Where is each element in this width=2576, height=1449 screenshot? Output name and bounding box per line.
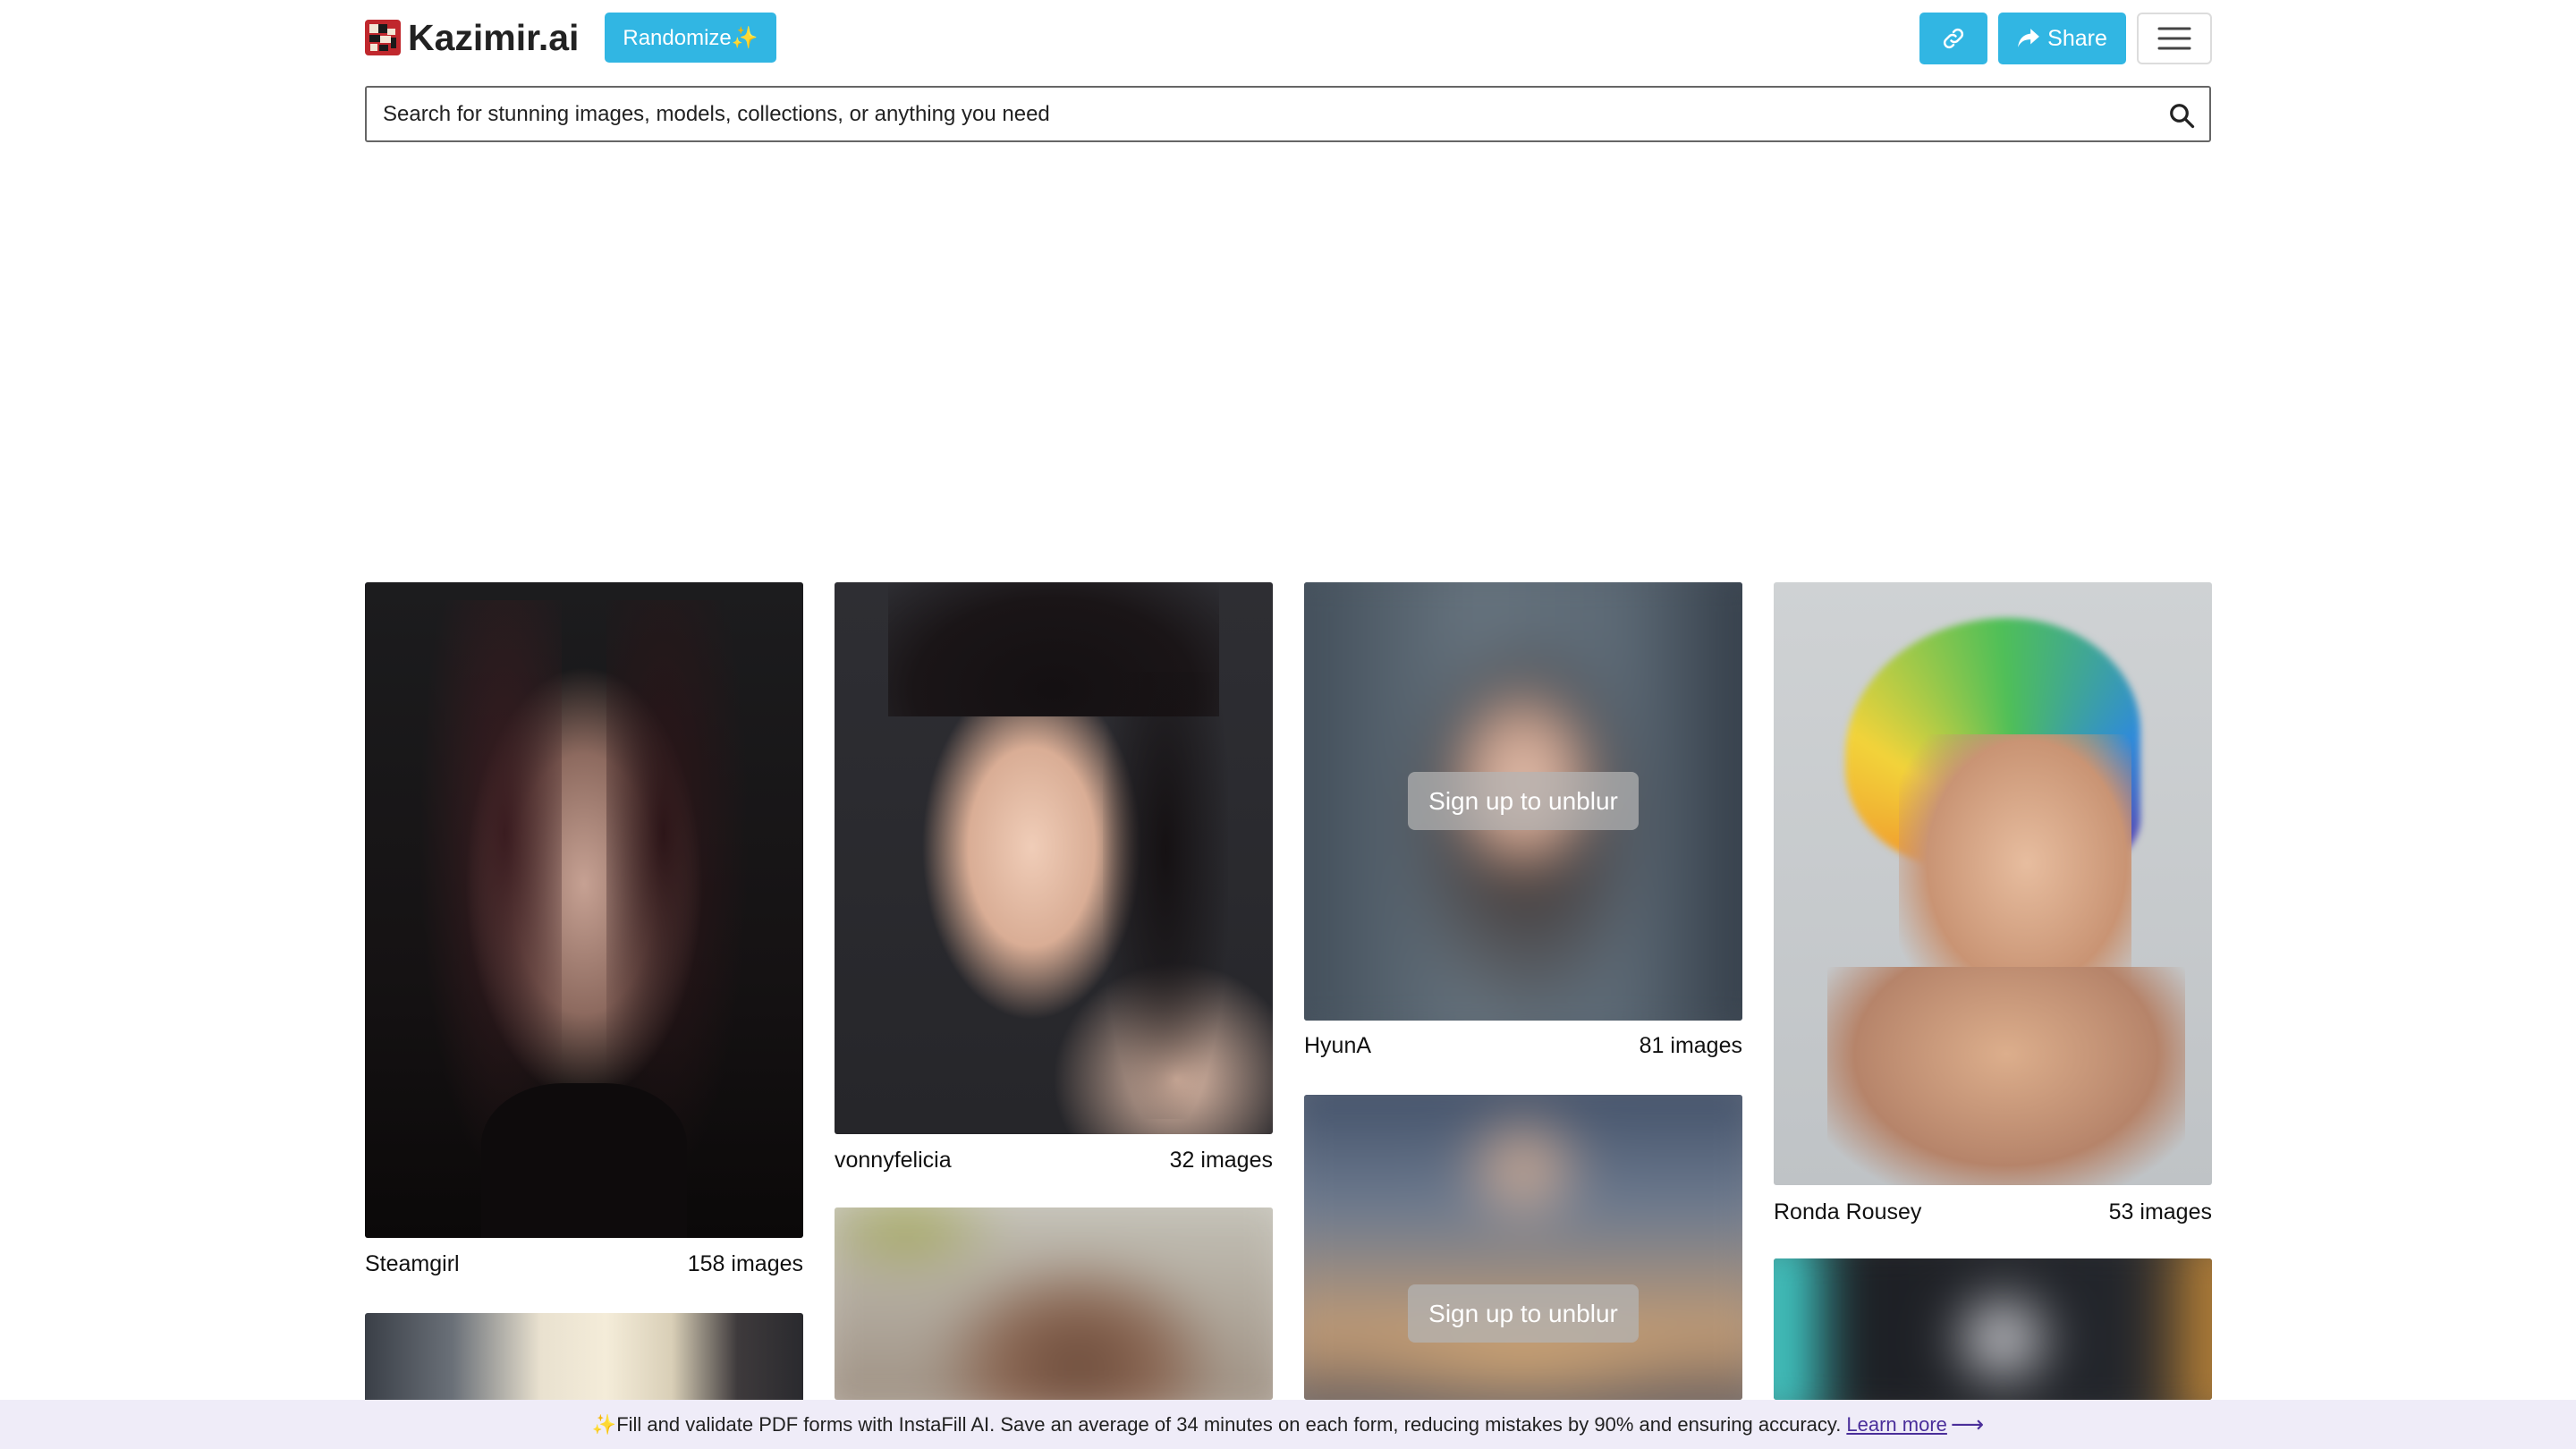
card-meta: Ronda Rousey 53 images (1774, 1198, 2212, 1226)
top-navbar: Kazimir.ai Randomize✨ Share (365, 13, 2212, 64)
promo-banner: ✨Fill and validate PDF forms with InstaF… (0, 1400, 2576, 1449)
hamburger-icon (2157, 27, 2191, 50)
card-image[interactable]: Sign up to unblur (1304, 1095, 1742, 1400)
brand-name: Kazimir.ai (408, 16, 580, 58)
logo-icon (365, 20, 401, 55)
search-icon[interactable] (2168, 102, 2195, 129)
collection-card[interactable] (365, 1313, 803, 1402)
arrow-right-icon[interactable]: ⟶ (1951, 1411, 1984, 1438)
collection-name: Ronda Rousey (1774, 1199, 1922, 1224)
copy-link-button[interactable] (1919, 13, 1987, 64)
search-bar (365, 86, 2211, 142)
collection-name: vonnyfelicia (835, 1147, 952, 1173)
card-image[interactable] (835, 582, 1273, 1134)
banner-text: ✨Fill and validate PDF forms with InstaF… (591, 1412, 1842, 1436)
sign-up-to-unblur-button[interactable]: Sign up to unblur (1408, 772, 1639, 830)
card-image[interactable] (365, 582, 803, 1238)
share-arrow-icon (2018, 29, 2040, 47)
image-count: 32 images (1169, 1147, 1273, 1173)
share-label: Share (2047, 25, 2107, 51)
collection-card[interactable]: Steamgirl 158 images (365, 582, 803, 1280)
collection-name: HyunA (1304, 1032, 1372, 1058)
link-icon (1943, 28, 1964, 49)
learn-more-link[interactable]: Learn more (1846, 1413, 1947, 1436)
card-image[interactable] (1774, 582, 2212, 1185)
image-count: 81 images (1639, 1032, 1742, 1058)
card-meta: HyunA 81 images (1304, 1031, 1742, 1060)
image-count: 158 images (687, 1250, 803, 1276)
card-meta: Steamgirl 158 images (365, 1250, 803, 1278)
randomize-button[interactable]: Randomize✨ (605, 13, 776, 63)
card-image[interactable] (835, 1208, 1273, 1400)
collection-card[interactable]: vonnyfelicia 32 images (835, 582, 1273, 1182)
brand-logo[interactable]: Kazimir.ai (365, 16, 580, 58)
sign-up-to-unblur-button[interactable]: Sign up to unblur (1408, 1284, 1639, 1343)
collection-card[interactable] (835, 1208, 1273, 1400)
image-count: 53 images (2108, 1199, 2212, 1224)
card-image[interactable] (365, 1313, 803, 1402)
collection-card[interactable]: Sign up to unblur (1304, 1095, 1742, 1400)
collection-card[interactable]: Ronda Rousey 53 images (1774, 582, 2212, 1235)
card-image[interactable]: Sign up to unblur (1304, 582, 1742, 1021)
collection-card[interactable]: Sign up to unblur HyunA 81 images (1304, 582, 1742, 1065)
collection-card[interactable] (1774, 1258, 2212, 1400)
share-button[interactable]: Share (1998, 13, 2126, 64)
collection-name: Steamgirl (365, 1250, 460, 1276)
card-image[interactable] (1774, 1258, 2212, 1400)
menu-toggle-button[interactable] (2137, 13, 2212, 64)
card-meta: vonnyfelicia 32 images (835, 1146, 1273, 1174)
search-input[interactable] (383, 88, 2136, 140)
